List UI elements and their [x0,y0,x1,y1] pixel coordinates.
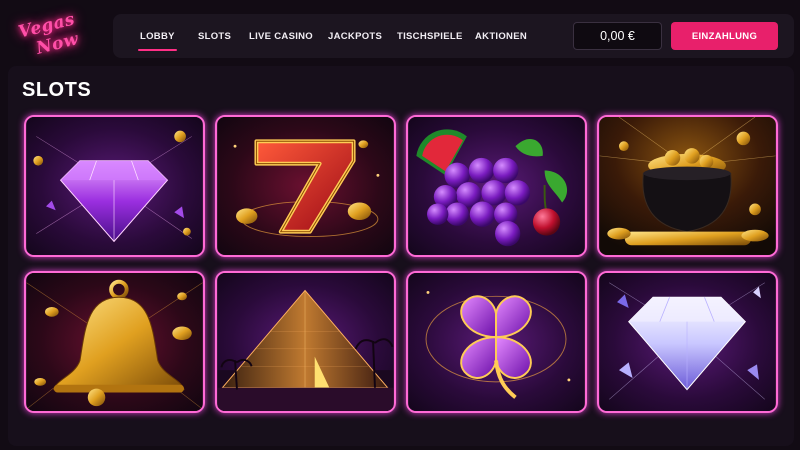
balance-display[interactable]: 0,00 € [573,22,662,50]
game-tile-grapes[interactable] [406,115,587,257]
game-tile-pyramid[interactable] [215,271,396,413]
nav-item-lobby[interactable]: LOBBY [138,31,177,51]
pot-of-gold-icon [599,117,776,255]
nav-item-slots[interactable]: SLOTS [198,31,231,42]
four-leaf-clover-icon [408,273,585,411]
game-tile-purple-diamond[interactable] [24,115,205,257]
game-tile-lucky-seven[interactable] [215,115,396,257]
nav-item-aktionen[interactable]: AKTIONEN [475,31,527,42]
nav-item-live-casino[interactable]: LIVE CASINO [249,31,313,42]
brand-logo[interactable]: Vegas Now [14,9,104,59]
game-tile-white-diamond[interactable] [597,271,778,413]
top-navigation-bar: LOBBY SLOTS LIVE CASINO JACKPOTS TISCHSP… [113,14,794,58]
golden-bell-icon [26,273,203,411]
lucky-seven-icon [217,117,394,255]
game-tile-clover[interactable] [406,271,587,413]
nav-item-jackpots[interactable]: JACKPOTS [328,31,382,42]
nav-item-tischspiele[interactable]: TISCHSPIELE [397,31,463,42]
grapes-fruit-icon [408,117,585,255]
game-tile-golden-bell[interactable] [24,271,205,413]
deposit-button[interactable]: EINZAHLUNG [671,22,778,50]
purple-diamond-icon [26,117,203,255]
game-tile-pot-of-gold[interactable] [597,115,778,257]
white-diamond-icon [599,273,776,411]
page-title: SLOTS [22,79,92,101]
pyramid-icon [217,273,394,411]
